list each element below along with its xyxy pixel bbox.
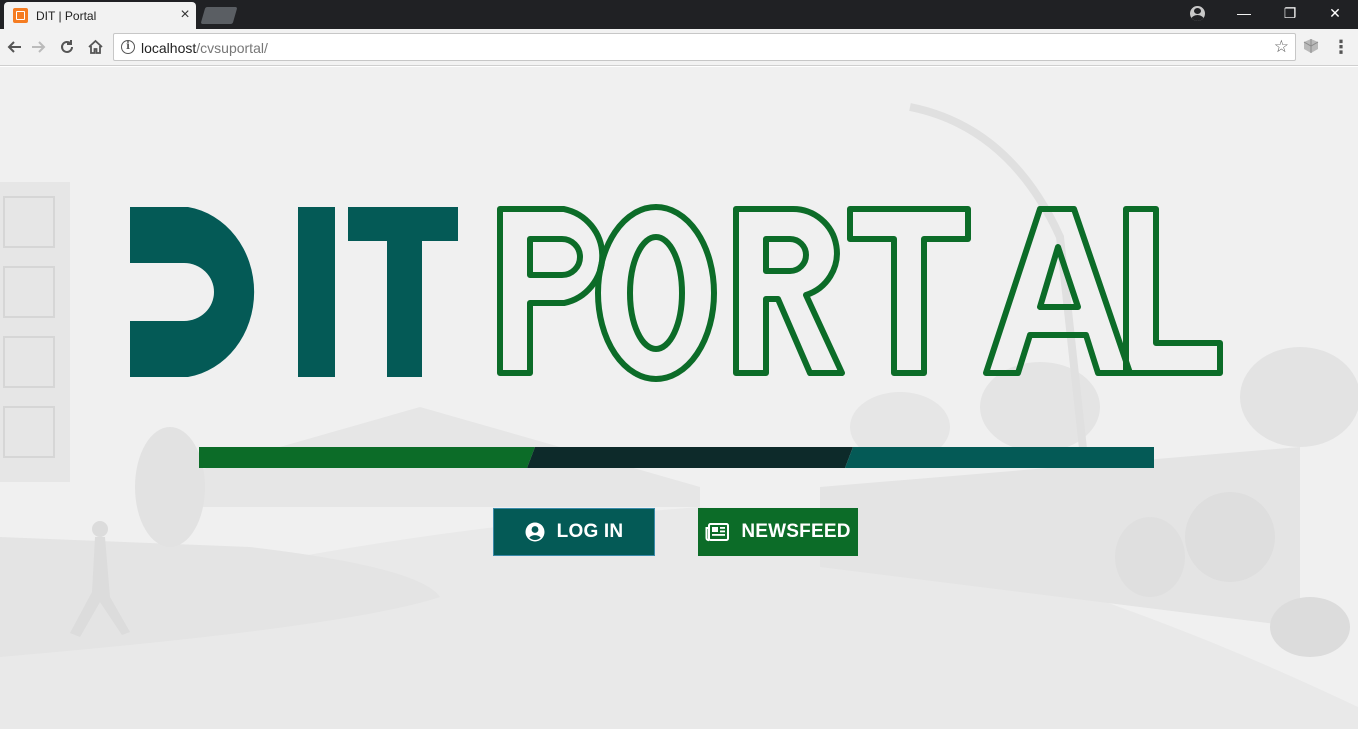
newspaper-icon xyxy=(705,523,730,542)
back-arrow-icon[interactable] xyxy=(0,33,28,61)
new-tab-button[interactable] xyxy=(200,7,238,24)
reload-icon[interactable] xyxy=(53,33,81,61)
restore-button[interactable]: ❐ xyxy=(1267,0,1313,29)
xampp-favicon-icon xyxy=(13,8,28,23)
close-window-button[interactable]: ✕ xyxy=(1312,0,1358,29)
tab-close-button[interactable]: × xyxy=(176,6,194,24)
home-icon[interactable] xyxy=(81,33,109,61)
newsfeed-button[interactable]: NEWSFEED xyxy=(698,508,858,556)
browser-tab[interactable]: DIT | Portal × xyxy=(4,2,196,29)
forward-arrow-icon[interactable] xyxy=(25,33,53,61)
menu-icon[interactable]: ⋮ xyxy=(1332,33,1350,61)
star-icon[interactable]: ☆ xyxy=(1274,37,1289,57)
tab-title: DIT | Portal xyxy=(36,9,97,23)
login-button[interactable]: LOG IN xyxy=(493,508,655,556)
extension-icon[interactable] xyxy=(1302,38,1320,54)
dit-portal-logo xyxy=(130,204,1223,382)
tricolor-divider-bar xyxy=(199,447,1154,468)
newsfeed-label: NEWSFEED xyxy=(741,521,851,542)
minimize-button[interactable]: — xyxy=(1221,0,1267,29)
user-circle-icon xyxy=(525,522,545,542)
info-icon[interactable]: i xyxy=(121,40,135,54)
page-content: LOG IN NEWSFEED xyxy=(0,67,1358,729)
address-bar[interactable]: i localhost/cvsuportal/ ☆ xyxy=(113,33,1296,61)
browser-titlebar: DIT | Portal × — ❐ ✕ xyxy=(0,0,1358,29)
login-label: LOG IN xyxy=(556,521,624,542)
profile-icon[interactable] xyxy=(1190,6,1205,21)
browser-toolbar: i localhost/cvsuportal/ ☆ ⋮ xyxy=(0,29,1358,66)
url-text[interactable]: localhost/cvsuportal/ xyxy=(141,40,268,56)
campus-background-image xyxy=(0,67,1358,729)
